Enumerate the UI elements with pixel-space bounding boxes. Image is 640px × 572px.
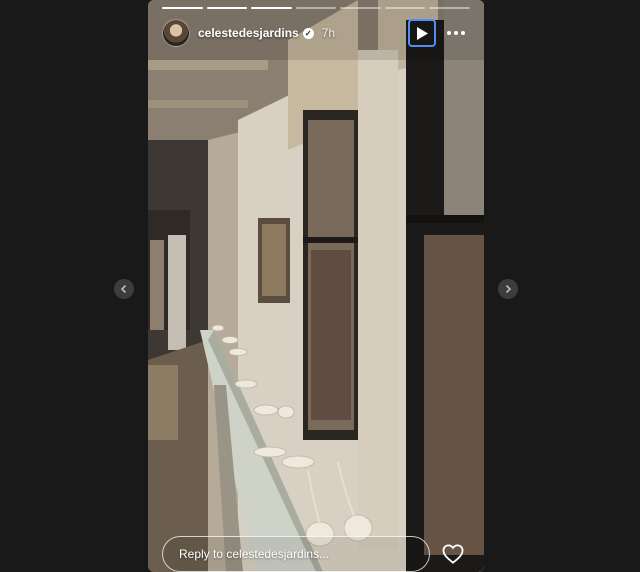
story-progress-bar [162,7,471,9]
more-options-icon [447,31,451,35]
chevron-left-icon [120,284,127,294]
progress-segment [251,7,292,9]
chevron-right-icon [505,284,512,294]
heart-icon [442,544,464,564]
progress-segment [340,7,381,9]
like-button[interactable] [442,544,464,564]
more-options-button[interactable] [444,21,468,45]
play-button[interactable] [408,19,436,47]
post-time: 7h [321,26,336,40]
reply-input[interactable]: Reply to celestedesjardins... [162,536,430,572]
next-story-button[interactable] [498,279,518,299]
progress-segment [295,7,337,9]
progress-segment [206,7,248,9]
avatar[interactable] [162,19,190,47]
story-viewer[interactable]: celestedesjardins ✓ 7h Reply to celested… [148,0,484,572]
previous-story-button[interactable] [114,279,134,299]
play-icon [417,26,428,40]
progress-segment [384,7,426,9]
verified-badge-icon: ✓ [302,27,314,39]
username[interactable]: celestedesjardins [198,26,299,40]
progress-segment [429,7,471,9]
story-photo [148,0,484,572]
progress-segment [162,7,203,9]
